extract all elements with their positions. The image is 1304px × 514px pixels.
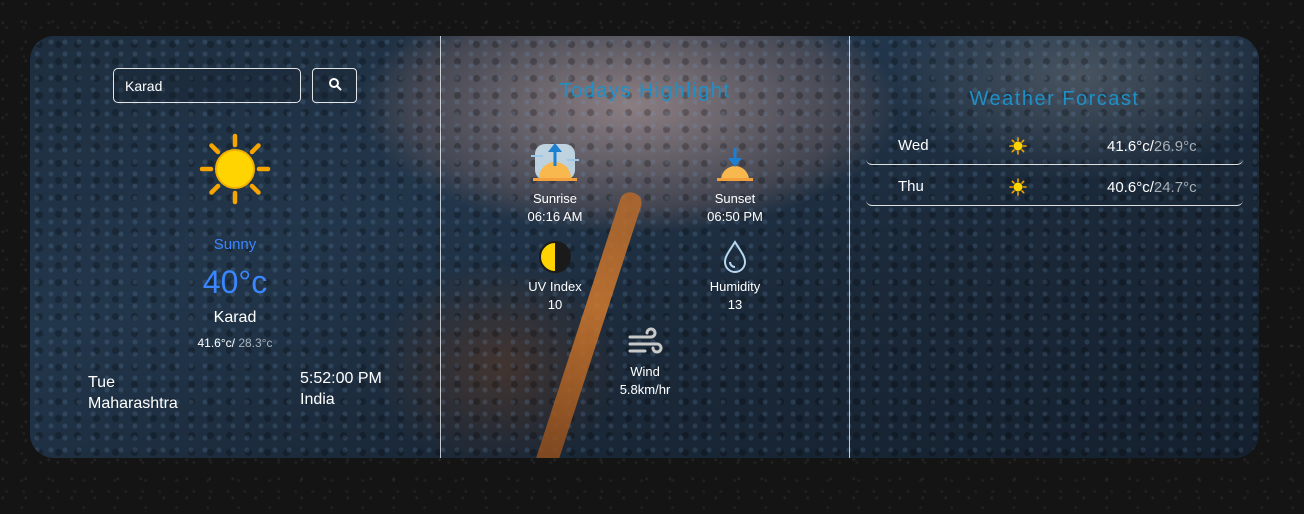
sunrise-icon xyxy=(531,143,579,181)
wind-value: 5.8km/hr xyxy=(619,382,671,397)
sun-icon xyxy=(1009,137,1027,155)
min-temperature: 28.3°c xyxy=(235,336,273,350)
highlights-panel: Todays Highlight Sunrise 06:16 AM Sunset xyxy=(441,36,849,458)
sunset-label: Sunset xyxy=(714,191,756,206)
forecast-row: Wed 41.6°c/26.9°c xyxy=(866,134,1243,165)
sunrise-label: Sunrise xyxy=(532,191,578,206)
humidity-item: Humidity 13 xyxy=(675,240,795,314)
state-name: Maharashtra xyxy=(88,395,178,412)
forecast-panel: Weather Forcast Wed 41.6°c/26.9°c Thu 40… xyxy=(850,36,1259,458)
search-icon xyxy=(328,78,341,91)
humidity-label: Humidity xyxy=(709,279,761,294)
humidity-drop-icon xyxy=(723,240,747,273)
day-region-info: Tue Maharashtra xyxy=(88,372,178,414)
forecast-day: Wed xyxy=(898,137,929,154)
weather-condition: Sunny xyxy=(213,236,257,253)
forecast-temperature: 41.6°c/26.9°c xyxy=(1107,138,1197,155)
sunset-icon xyxy=(717,148,753,181)
forecast-min: 24.7°c xyxy=(1153,179,1197,196)
day-name: Tue xyxy=(88,374,115,391)
uv-index-value: 10 xyxy=(547,297,563,312)
current-weather-panel: Sunny 40°c Karad 41.6°c/ 28.3°c Tue Maha… xyxy=(30,36,440,458)
time-country-info: 5:52:00 PM India xyxy=(300,368,382,410)
forecast-min: 26.9°c xyxy=(1153,138,1197,155)
uv-index-label: UV Index xyxy=(528,279,582,294)
forecast-temperature: 40.6°c/24.7°c xyxy=(1107,179,1197,196)
weather-card: Sunny 40°c Karad 41.6°c/ 28.3°c Tue Maha… xyxy=(30,36,1259,458)
city-name: Karad xyxy=(213,309,257,326)
search-input[interactable] xyxy=(113,68,301,103)
max-temperature: 41.6°c/ xyxy=(197,336,236,350)
min-max-temperature: 41.6°c/ 28.3°c xyxy=(30,336,440,350)
sunrise-value: 06:16 AM xyxy=(527,209,583,224)
sunset-item: Sunset 06:50 PM xyxy=(675,138,795,226)
sunset-value: 06:50 PM xyxy=(707,209,763,224)
forecast-max: 40.6°c/ xyxy=(1107,179,1154,196)
forecast-heading: Weather Forcast xyxy=(969,88,1140,110)
wind-icon xyxy=(628,327,663,354)
uv-index-icon xyxy=(539,241,571,273)
highlights-heading: Todays Highlight xyxy=(559,80,731,102)
uv-index-item: UV Index 10 xyxy=(495,240,615,314)
forecast-max: 41.6°c/ xyxy=(1107,138,1154,155)
local-time: 5:52:00 PM xyxy=(300,370,382,387)
current-temperature: 40°c xyxy=(202,264,268,300)
sun-icon xyxy=(1009,178,1027,196)
forecast-day: Thu xyxy=(898,178,924,195)
search-button[interactable] xyxy=(312,68,357,103)
wind-item: Wind 5.8km/hr xyxy=(585,327,705,399)
wind-label: Wind xyxy=(630,364,660,379)
country-name: India xyxy=(300,391,335,408)
sun-icon xyxy=(199,133,271,205)
forecast-row: Thu 40.6°c/24.7°c xyxy=(866,175,1243,206)
sunrise-item: Sunrise 06:16 AM xyxy=(495,138,615,226)
humidity-value: 13 xyxy=(727,297,743,312)
